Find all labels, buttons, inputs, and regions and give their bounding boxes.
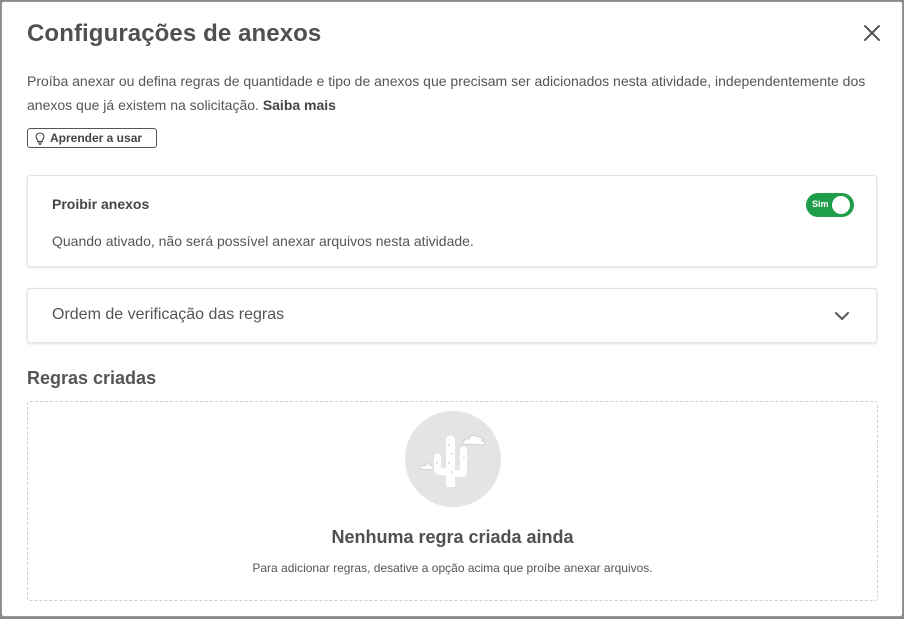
prohibit-attachments-toggle[interactable]: Sim <box>806 193 854 217</box>
learn-to-use-label: Aprender a usar <box>50 131 143 145</box>
attachment-settings-modal: Configurações de anexos Proíba anexar ou… <box>1 1 903 617</box>
rules-order-accordion[interactable]: Ordem de verificação das regras <box>27 288 877 343</box>
cactus-icon <box>419 434 486 487</box>
learn-to-use-button[interactable]: Aprender a usar <box>27 128 157 148</box>
chevron-down-icon <box>835 312 849 320</box>
prohibit-attachments-card: Proibir anexos Sim Quando ativado, não s… <box>27 175 877 267</box>
prohibit-attachments-description: Quando ativado, não será possível anexar… <box>52 233 474 249</box>
description-text: Proíba anexar ou defina regras de quanti… <box>27 73 866 113</box>
prohibit-attachments-title: Proibir anexos <box>52 196 150 212</box>
toggle-label: Sim <box>812 199 829 209</box>
rules-created-heading: Regras criadas <box>27 368 157 388</box>
close-icon <box>864 25 880 41</box>
lightbulb-icon <box>35 131 45 145</box>
empty-rules-state: Nenhuma regra criada ainda Para adiciona… <box>27 401 878 601</box>
rules-order-title: Ordem de verificação das regras <box>52 306 285 323</box>
empty-state-description: Para adicionar regras, desative a opção … <box>252 561 653 575</box>
toggle-knob <box>832 196 850 214</box>
cactus-illustration <box>405 411 501 507</box>
close-button[interactable] <box>861 22 883 44</box>
modal-description: Proíba anexar ou defina regras de quanti… <box>27 69 867 117</box>
modal-title: Configurações de anexos <box>27 20 322 47</box>
empty-state-title: Nenhuma regra criada ainda <box>331 527 574 547</box>
learn-more-link[interactable]: Saiba mais <box>263 97 336 113</box>
